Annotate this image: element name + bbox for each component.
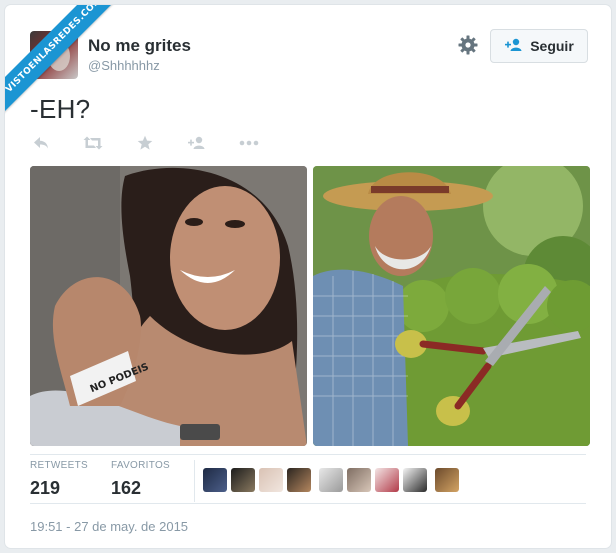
gear-icon[interactable] [457,34,479,56]
follow-button-label: Seguir [530,38,574,54]
favorites-label: FAVORITOS [111,460,171,471]
favoriter-avatar[interactable] [435,468,459,492]
reply-icon[interactable] [30,133,52,153]
favoriter-avatar[interactable] [231,468,255,492]
favorite-icon[interactable] [134,133,156,153]
photo-woman-wristband[interactable]: NO PODEIS [30,166,307,446]
favorites-count[interactable]: 162 [111,478,141,499]
favoriter-avatar[interactable] [203,468,227,492]
tweet-card: VISTOENLASREDES.COM No me grites @Shhhhh… [5,5,611,548]
follow-icon[interactable] [186,133,208,153]
retweets-label: RETWEETS [30,460,88,471]
watermark: VISTOENLASREDES.COM [5,5,125,125]
favoriter-avatar[interactable] [287,468,311,492]
photo-gardener-shears[interactable] [313,166,590,446]
retweet-icon[interactable] [82,133,104,153]
favoriter-avatar[interactable] [403,468,427,492]
tweet-timestamp[interactable]: 19:51 - 27 de may. de 2015 [30,519,188,534]
more-icon[interactable] [238,133,260,153]
follow-icon [504,38,524,55]
favoriter-avatar[interactable] [319,468,343,492]
follow-button[interactable]: Seguir [490,29,588,63]
watermark-text: VISTOENLASREDES.COM [5,5,125,121]
retweets-count[interactable]: 219 [30,478,60,499]
favoriter-avatar[interactable] [347,468,371,492]
favoriter-avatar[interactable] [259,468,283,492]
favoriter-avatar[interactable] [375,468,399,492]
